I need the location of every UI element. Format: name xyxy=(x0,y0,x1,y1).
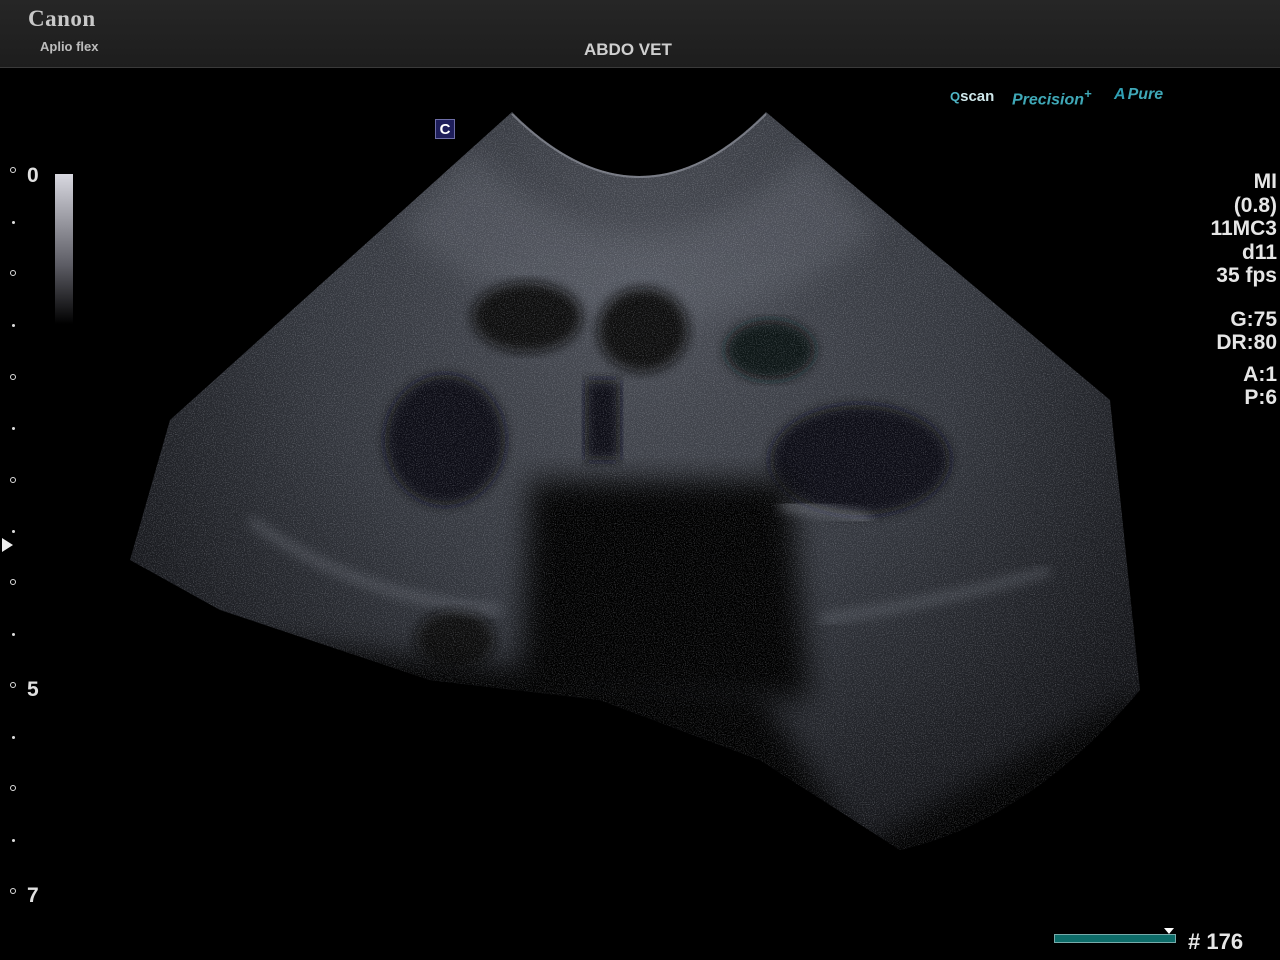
apure-logo: A Pure xyxy=(1114,86,1163,104)
brand-logo: Canon xyxy=(28,6,96,31)
model-name: Aplio flex xyxy=(40,39,99,54)
apure-text: Pure xyxy=(1127,86,1164,103)
depth-tick-minor xyxy=(12,324,15,327)
precision-text: Precision xyxy=(1012,91,1085,109)
gain-value: G:75 xyxy=(1230,307,1277,331)
depth-tick-major xyxy=(10,167,16,173)
p-value: P:6 xyxy=(1244,386,1277,409)
depth-tick-major xyxy=(10,888,16,894)
apure-a: A xyxy=(1114,86,1126,103)
depth-tick-minor xyxy=(12,839,15,842)
depth-tick-major xyxy=(10,374,16,380)
header-bar: Canon Aplio flex ABDO VET xyxy=(0,0,1280,68)
precision-logo: Precision+ xyxy=(1012,86,1092,109)
depth-tick-minor xyxy=(12,736,15,739)
qscan-text: scan xyxy=(960,88,995,105)
frame-rate: 35 fps xyxy=(1216,264,1277,287)
orientation-marker: C xyxy=(435,119,455,139)
depth-tick-major xyxy=(10,579,16,585)
mi-value: (0.8) xyxy=(1233,193,1277,217)
depth-tick-minor xyxy=(12,221,15,224)
frame-number: # 176 xyxy=(1188,929,1244,954)
a-value: A:1 xyxy=(1243,362,1277,386)
depth-tick-minor xyxy=(12,530,15,533)
qscan-q: Q xyxy=(950,89,961,104)
cine-position-icon[interactable] xyxy=(1164,928,1174,934)
depth-tick-minor xyxy=(12,427,15,430)
imaging-parameters: MI (0.8) 11MC3 d11 35 fps G:75 DR:80 A:1… xyxy=(1210,170,1277,410)
preset-title: ABDO VET xyxy=(584,40,672,59)
dynamic-range-value: DR:80 xyxy=(1216,331,1277,354)
probe-name: 11MC3 xyxy=(1210,217,1277,240)
depth-value: d11 xyxy=(1241,240,1277,264)
depth-tick-major xyxy=(10,682,16,688)
precision-plus: + xyxy=(1084,86,1092,101)
depth-label-mid: 5 xyxy=(27,678,39,701)
focus-marker-icon[interactable] xyxy=(2,538,13,552)
depth-tick-major xyxy=(10,785,16,791)
depth-label-top: 0 xyxy=(27,164,39,187)
depth-tick-major xyxy=(10,477,16,483)
depth-tick-major xyxy=(10,270,16,276)
cine-bar[interactable] xyxy=(1054,934,1176,943)
ultrasound-image xyxy=(130,112,1140,850)
depth-label-bottom: 7 xyxy=(27,884,39,907)
qscan-logo: Qscan xyxy=(950,88,994,105)
grayscale-bar xyxy=(55,174,73,324)
mi-label: MI xyxy=(1253,170,1277,193)
depth-tick-minor xyxy=(12,633,15,636)
